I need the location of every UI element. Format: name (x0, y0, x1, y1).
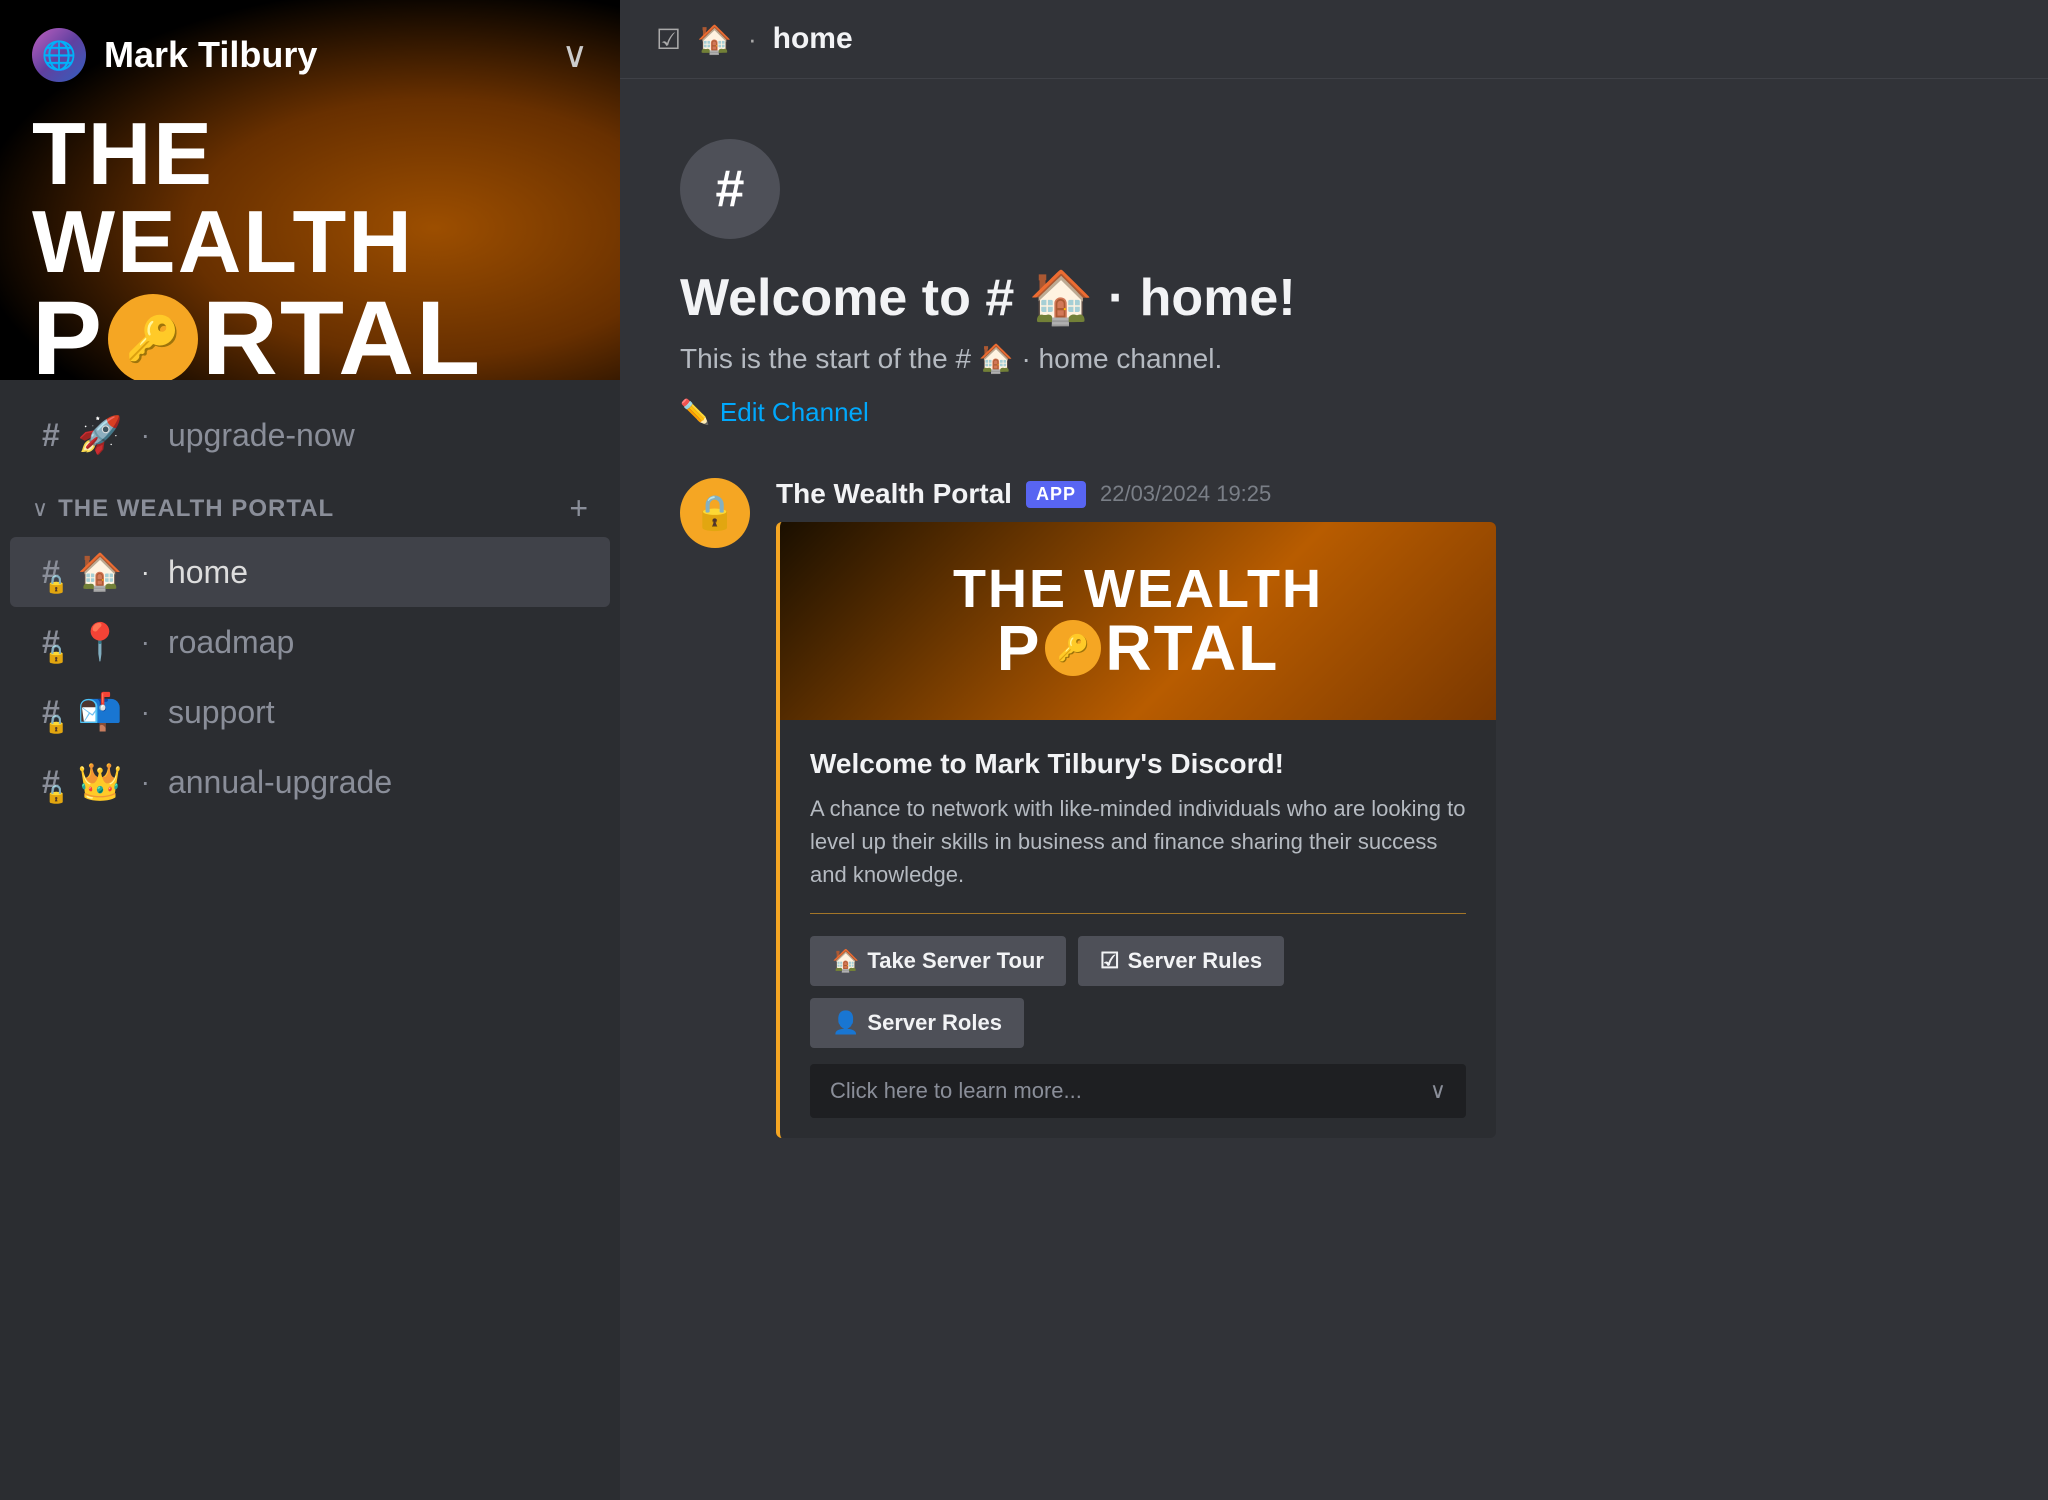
server-rules-label: Server Rules (1128, 948, 1263, 974)
banner-logo: THE WEALTH P 🔑 RTAL (32, 110, 588, 380)
banner-text-p: P (32, 286, 104, 380)
edit-channel-label: Edit Channel (720, 397, 869, 428)
banner-portal-row: P 🔑 RTAL (32, 286, 588, 380)
channel-name-roadmap: roadmap (168, 624, 294, 661)
server-roles-icon: 👤 (832, 1010, 859, 1036)
topbar-dot: · (748, 24, 757, 55)
category-row-wealth-portal[interactable]: ∨ THE WEALTH PORTAL + (0, 470, 620, 537)
welcome-title-post: · home! (1108, 269, 1296, 327)
message-meta: The Wealth Portal APP 22/03/2024 19:25 (776, 478, 1988, 510)
server-tour-icon: 🏠 (832, 948, 859, 974)
take-server-tour-button[interactable]: 🏠 Take Server Tour (810, 936, 1066, 986)
channel-lock-hash-support: # 🔒 (42, 694, 60, 731)
channel-item-roadmap[interactable]: # 🔒 📍 · roadmap (10, 607, 610, 677)
dropdown-chevron-icon: ∨ (1430, 1078, 1446, 1104)
embed-banner-text-wealth: THE WEALTH (830, 562, 1446, 616)
category-add-channel-button[interactable]: + (569, 490, 588, 527)
channel-emoji-roadmap: 📍 (78, 621, 123, 663)
server-banner: 🌐 Mark Tilbury ∨ THE WEALTH P 🔑 RTAL (0, 0, 620, 380)
banner-text-wealth: THE WEALTH (32, 110, 588, 286)
embed-description: A chance to network with like-minded ind… (810, 792, 1466, 891)
embed-buttons: 🏠 Take Server Tour ☑ Server Rules 👤 Serv… (810, 936, 1466, 1048)
channel-name-home: home (168, 554, 248, 591)
server-tour-label: Take Server Tour (867, 948, 1043, 974)
sidebar: 🌐 Mark Tilbury ∨ THE WEALTH P 🔑 RTAL # 🚀 (0, 0, 620, 1500)
embed-dropdown-placeholder: Click here to learn more... (830, 1078, 1082, 1104)
server-rules-icon: ☑ (1100, 948, 1120, 974)
category-name: THE WEALTH PORTAL (58, 495, 334, 523)
embed-portal-p: P (997, 616, 1042, 680)
welcome-hash-circle: # (680, 139, 780, 239)
messages-area: 🔒 The Wealth Portal APP 22/03/2024 19:25… (620, 458, 2048, 1500)
banner-text-rtal: RTAL (202, 286, 482, 380)
embed-portal-row: P 🔑 RTAL (830, 616, 1446, 680)
main-content: ☑ 🏠 · home # Welcome to # 🏠 · home! This… (620, 0, 2048, 1500)
channel-dot-support: · (141, 696, 150, 728)
channel-item-upgrade-now[interactable]: # 🚀 · upgrade-now (10, 400, 610, 470)
server-header-row: 🌐 Mark Tilbury ∨ (32, 28, 588, 82)
topbar-channel-name: home (773, 22, 853, 56)
channel-emoji-upgrade-now: 🚀 (78, 414, 123, 456)
channel-emoji-support: 📬 (78, 691, 123, 733)
embed-title: Welcome to Mark Tilbury's Discord! (810, 748, 1466, 780)
embed-body: Welcome to Mark Tilbury's Discord! A cha… (780, 720, 1496, 1138)
channel-lock-hash-home: # 🔒 (42, 554, 60, 591)
banner-content: 🌐 Mark Tilbury ∨ THE WEALTH P 🔑 RTAL (0, 0, 620, 380)
channel-item-annual-upgrade[interactable]: # 🔒 👑 · annual-upgrade (10, 747, 610, 817)
message-avatar: 🔒 (680, 478, 750, 548)
server-dropdown-chevron[interactable]: ∨ (562, 34, 588, 76)
server-icon-emoji: 🌐 (42, 39, 77, 72)
message-body: The Wealth Portal APP 22/03/2024 19:25 T… (776, 478, 1988, 1138)
message-row: 🔒 The Wealth Portal APP 22/03/2024 19:25… (680, 478, 1988, 1138)
embed-lock-icon: 🔑 (1045, 620, 1101, 676)
avatar-emoji: 🔒 (694, 493, 736, 533)
channel-name-support: support (168, 694, 275, 731)
welcome-title: Welcome to # 🏠 · home! (680, 267, 1988, 328)
welcome-title-pre: Welcome to # (680, 269, 1014, 327)
channel-list: # 🚀 · upgrade-now ∨ THE WEALTH PORTAL + … (0, 380, 620, 1500)
channel-lock-hash-annual: # 🔒 (42, 764, 60, 801)
server-icon: 🌐 (32, 28, 86, 82)
embed-divider (810, 913, 1466, 914)
channel-item-support[interactable]: # 🔒 📬 · support (10, 677, 610, 747)
embed-portal-rtal: RTAL (1105, 616, 1279, 680)
channel-dot: · (141, 419, 150, 451)
edit-channel-button[interactable]: ✏️ Edit Channel (680, 397, 869, 428)
message-author: The Wealth Portal (776, 478, 1012, 510)
topbar-house-emoji: 🏠 (697, 23, 732, 56)
server-name-row[interactable]: 🌐 Mark Tilbury (32, 28, 317, 82)
embed-banner: THE WEALTH P 🔑 RTAL (780, 522, 1496, 720)
channel-emoji-annual-upgrade: 👑 (78, 761, 123, 803)
portal-lock-icon: 🔑 (108, 294, 198, 381)
channel-dot-annual: · (141, 766, 150, 798)
server-name: Mark Tilbury (104, 34, 317, 76)
channel-topbar: ☑ 🏠 · home (620, 0, 2048, 79)
welcome-title-emoji: 🏠 (1029, 269, 1108, 327)
channel-name-upgrade-now: upgrade-now (168, 417, 355, 454)
topbar-checkbox-icon: ☑ (656, 23, 681, 56)
message-timestamp: 22/03/2024 19:25 (1100, 481, 1271, 507)
app-badge: APP (1026, 481, 1086, 508)
server-roles-label: Server Roles (867, 1010, 1002, 1036)
channel-emoji-home: 🏠 (78, 551, 123, 593)
channel-hash-icon: # (42, 417, 60, 454)
channel-lock-hash-roadmap: # 🔒 (42, 624, 60, 661)
channel-name-annual-upgrade: annual-upgrade (168, 764, 392, 801)
edit-pencil-icon: ✏️ (680, 398, 710, 427)
channel-dot-home: · (141, 556, 150, 588)
channel-dot-roadmap: · (141, 626, 150, 658)
server-roles-button[interactable]: 👤 Server Roles (810, 998, 1024, 1048)
server-rules-button[interactable]: ☑ Server Rules (1078, 936, 1284, 986)
embed-card: THE WEALTH P 🔑 RTAL Welcome to Mark Tilb… (776, 522, 1496, 1138)
embed-dropdown[interactable]: Click here to learn more... ∨ (810, 1064, 1466, 1118)
welcome-description: This is the start of the # 🏠 · home chan… (680, 342, 1988, 375)
welcome-area: # Welcome to # 🏠 · home! This is the sta… (620, 79, 2048, 458)
category-chevron-icon: ∨ (32, 496, 48, 522)
channel-item-home[interactable]: # 🔒 🏠 · home (10, 537, 610, 607)
category-label-row: ∨ THE WEALTH PORTAL (32, 495, 334, 523)
